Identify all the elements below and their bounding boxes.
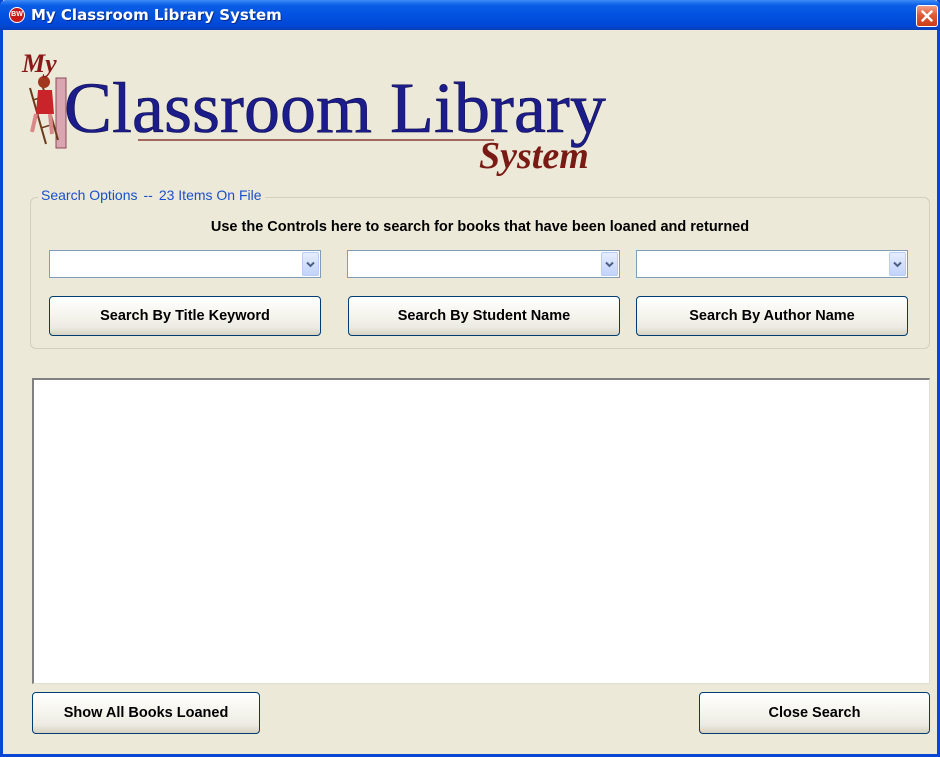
title-bar[interactable]: BW My Classroom Library System bbox=[0, 0, 940, 30]
close-search-button[interactable]: Close Search bbox=[699, 692, 930, 734]
app-logo: My Classroom Library System bbox=[21, 49, 606, 177]
author-name-combo[interactable] bbox=[636, 250, 908, 278]
title-keyword-combo[interactable] bbox=[49, 250, 321, 278]
items-on-file-count: 23 Items On File bbox=[158, 187, 262, 203]
app-icon: BW bbox=[9, 7, 25, 23]
search-by-author-button[interactable]: Search By Author Name bbox=[636, 296, 908, 336]
search-options-legend: Search Options -- 23 Items On File bbox=[38, 187, 265, 203]
reading-girl-icon bbox=[29, 76, 67, 149]
chevron-down-icon bbox=[605, 261, 614, 268]
legend-separator: -- bbox=[143, 187, 153, 203]
chevron-down-icon bbox=[893, 261, 902, 268]
logo-sub-text: System bbox=[479, 135, 589, 177]
show-all-books-loaned-button[interactable]: Show All Books Loaned bbox=[32, 692, 260, 734]
title-keyword-dropdown-button[interactable] bbox=[302, 252, 319, 276]
logo-my-text: My bbox=[21, 49, 57, 78]
author-name-dropdown-button[interactable] bbox=[889, 252, 906, 276]
close-window-button[interactable] bbox=[916, 5, 938, 27]
search-by-title-button[interactable]: Search By Title Keyword bbox=[49, 296, 321, 336]
close-icon bbox=[921, 10, 933, 22]
window-title: My Classroom Library System bbox=[31, 6, 282, 24]
student-name-dropdown-button[interactable] bbox=[601, 252, 618, 276]
legend-label: Search Options bbox=[41, 187, 138, 203]
search-results-list[interactable] bbox=[32, 378, 930, 684]
chevron-down-icon bbox=[306, 261, 315, 268]
search-by-student-button[interactable]: Search By Student Name bbox=[348, 296, 620, 336]
student-name-combo[interactable] bbox=[347, 250, 620, 278]
search-instructions: Use the Controls here to search for book… bbox=[210, 219, 750, 235]
